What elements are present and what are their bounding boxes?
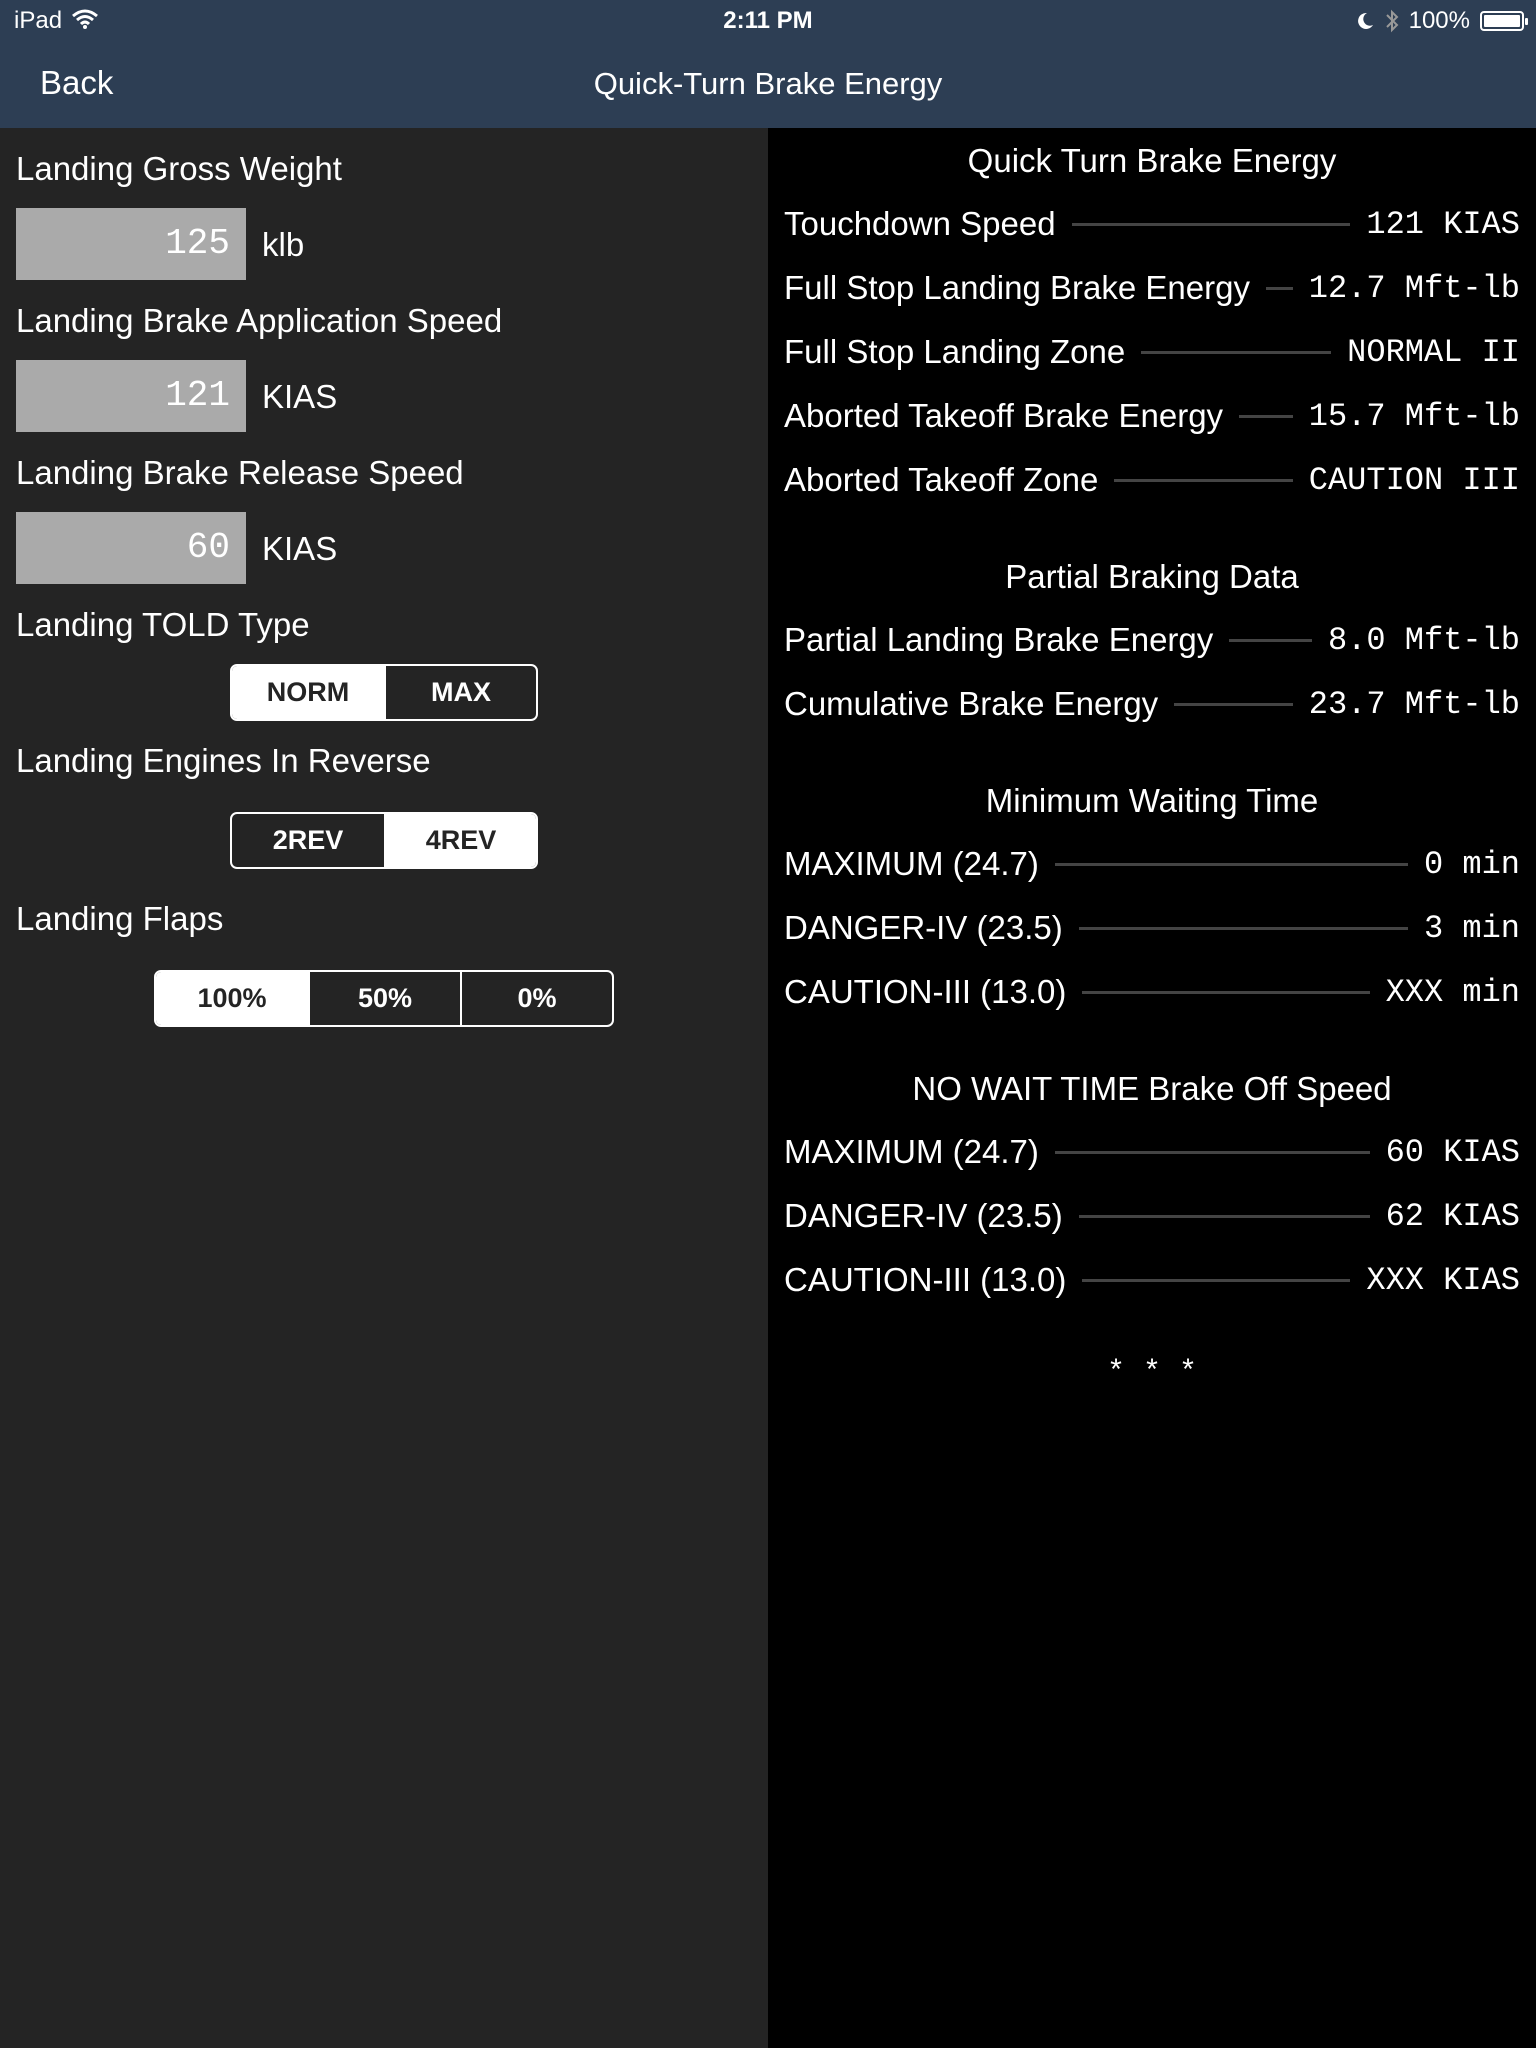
row-value: 121 KIAS <box>1366 205 1520 243</box>
result-row: Partial Landing Brake Energy 8.0 Mft-lb <box>784 618 1520 662</box>
input-panel: Landing Gross Weight 125 klb Landing Bra… <box>0 128 768 2048</box>
leader-line <box>1078 926 1408 930</box>
result-row: Full Stop Landing Brake Energy 12.7 Mft-l… <box>784 266 1520 310</box>
result-row: CAUTION-III (13.0) XXX min <box>784 970 1520 1014</box>
result-row: Full Stop Landing Zone NORMAL II <box>784 330 1520 374</box>
page-title: Quick-Turn Brake Energy <box>593 66 943 101</box>
reverse-segmented: 2REV 4REV <box>230 812 538 869</box>
result-row: Aborted Takeoff Brake Energy 15.7 Mft-lb <box>784 394 1520 438</box>
row-label: DANGER-IV (23.5) <box>784 909 1063 946</box>
leader-line <box>1141 350 1332 354</box>
result-row: DANGER-IV (23.5) 3 min <box>784 906 1520 950</box>
row-value: 12.7 Mft-lb <box>1308 269 1520 307</box>
row-value: XXX KIAS <box>1366 1261 1520 1299</box>
battery-percent: 100% <box>1408 7 1470 34</box>
leader-line <box>1071 222 1351 226</box>
leader-line <box>1054 1150 1370 1154</box>
told-type-segmented: NORM MAX <box>230 664 538 721</box>
no-wait-title: NO WAIT TIME Brake Off Speed <box>912 1070 1392 1107</box>
result-row: DANGER-IV (23.5) 62 KIAS <box>784 1194 1520 1238</box>
release-speed-field[interactable]: 60 <box>16 512 246 584</box>
row-label: Full Stop Landing Zone <box>784 333 1126 370</box>
row-label: MAXIMUM (24.7) <box>784 845 1039 882</box>
leader-line <box>1082 1278 1351 1282</box>
app-speed-field[interactable]: 121 <box>16 360 246 432</box>
leader-line <box>1054 862 1408 866</box>
told-type-label: Landing TOLD Type <box>16 606 310 643</box>
leader-line <box>1082 990 1370 994</box>
leader-line <box>1239 414 1293 418</box>
row-label: Aborted Takeoff Zone <box>784 461 1099 498</box>
reverse-2rev-option[interactable]: 2REV <box>232 814 384 867</box>
battery-icon <box>1480 11 1528 31</box>
flaps-label: Landing Flaps <box>16 900 224 937</box>
results-panel: Quick Turn Brake Energy Touchdown Speed 1… <box>768 128 1536 2048</box>
told-max-option[interactable]: MAX <box>384 666 536 719</box>
gross-weight-field[interactable]: 125 <box>16 208 246 280</box>
told-norm-option[interactable]: NORM <box>232 666 384 719</box>
flaps-0-option[interactable]: 0% <box>460 972 612 1025</box>
leader-line <box>1265 286 1293 290</box>
row-value: 23.7 Mft-lb <box>1308 685 1520 723</box>
row-label: DANGER-IV (23.5) <box>784 1197 1063 1234</box>
flaps-50-option[interactable]: 50% <box>308 972 460 1025</box>
leader-line <box>1078 1214 1370 1218</box>
status-right: 100% <box>1355 7 1528 35</box>
result-row: CAUTION-III (13.0) XXX KIAS <box>784 1258 1520 1302</box>
release-speed-unit: KIAS <box>262 530 338 567</box>
row-label: CAUTION-III (13.0) <box>784 973 1067 1010</box>
result-row: MAXIMUM (24.7) 0 min <box>784 842 1520 886</box>
row-value: XXX min <box>1385 973 1520 1011</box>
flaps-segmented: 100% 50% 0% <box>154 970 614 1027</box>
footer-stars: * * * <box>1106 1356 1197 1390</box>
row-label: CAUTION-III (13.0) <box>784 1261 1067 1298</box>
row-value: 15.7 Mft-lb <box>1308 397 1520 435</box>
row-label: Partial Landing Brake Energy <box>784 621 1214 658</box>
partial-braking-title: Partial Braking Data <box>1005 558 1299 595</box>
gross-weight-unit: klb <box>262 226 305 263</box>
quick-turn-title: Quick Turn Brake Energy <box>967 142 1337 179</box>
reverse-4rev-option[interactable]: 4REV <box>384 814 536 867</box>
app-speed-unit: KIAS <box>262 378 338 415</box>
bluetooth-icon <box>1385 9 1399 33</box>
result-row: Cumulative Brake Energy 23.7 Mft-lb <box>784 682 1520 726</box>
leader-line <box>1229 638 1312 642</box>
result-row: MAXIMUM (24.7) 60 KIAS <box>784 1130 1520 1174</box>
gross-weight-label: Landing Gross Weight <box>16 150 342 187</box>
row-value: 0 min <box>1423 845 1520 883</box>
row-label: Aborted Takeoff Brake Energy <box>784 397 1224 434</box>
reverse-label: Landing Engines In Reverse <box>16 742 431 779</box>
row-value: CAUTION III <box>1308 461 1520 499</box>
result-row: Touchdown Speed 121 KIAS <box>784 202 1520 246</box>
flaps-100-option[interactable]: 100% <box>156 972 308 1025</box>
row-value: 62 KIAS <box>1385 1197 1520 1235</box>
row-label: Cumulative Brake Energy <box>784 685 1159 722</box>
app-speed-label: Landing Brake Application Speed <box>16 302 503 339</box>
row-value: 3 min <box>1423 909 1520 947</box>
leader-line <box>1174 702 1293 706</box>
row-value: 60 KIAS <box>1385 1133 1520 1171</box>
nav-bar: Back Quick-Turn Brake Energy <box>0 42 1536 128</box>
row-value: NORMAL II <box>1347 333 1520 371</box>
status-bar: iPad 2:11 PM 100% <box>0 0 1536 42</box>
leader-line <box>1114 478 1293 482</box>
row-label: MAXIMUM (24.7) <box>784 1133 1039 1170</box>
status-time: 2:11 PM <box>723 7 813 34</box>
release-speed-label: Landing Brake Release Speed <box>16 454 464 491</box>
waiting-time-title: Minimum Waiting Time <box>985 782 1319 819</box>
row-label: Touchdown Speed <box>784 205 1056 242</box>
result-row: Aborted Takeoff Zone CAUTION III <box>784 458 1520 502</box>
row-label: Full Stop Landing Brake Energy <box>784 269 1250 306</box>
moon-icon <box>1357 12 1373 29</box>
row-value: 8.0 Mft-lb <box>1327 621 1520 659</box>
